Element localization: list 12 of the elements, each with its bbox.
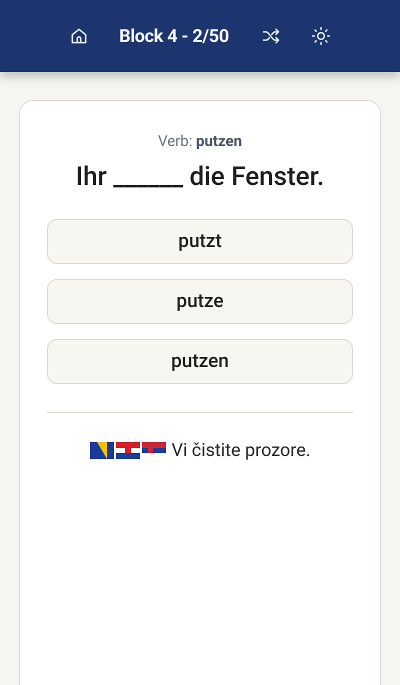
shuffle-icon[interactable] [260,26,281,46]
home-icon[interactable] [69,26,90,46]
sun-icon[interactable] [310,26,331,46]
header-title: Block 4 - 2/50 [119,24,229,48]
answer-option[interactable]: putzt [47,219,353,264]
answer-option[interactable]: putze [47,279,353,324]
answer-option[interactable]: putzen [47,339,353,384]
translation-text: Vi čistite prozore. [172,439,310,463]
verb-hint: Verb: putzen [157,131,243,151]
flag-icon [116,442,140,459]
flag-icon [90,442,114,459]
question-sentence: Ihr ______ die Fenster. [74,161,326,193]
